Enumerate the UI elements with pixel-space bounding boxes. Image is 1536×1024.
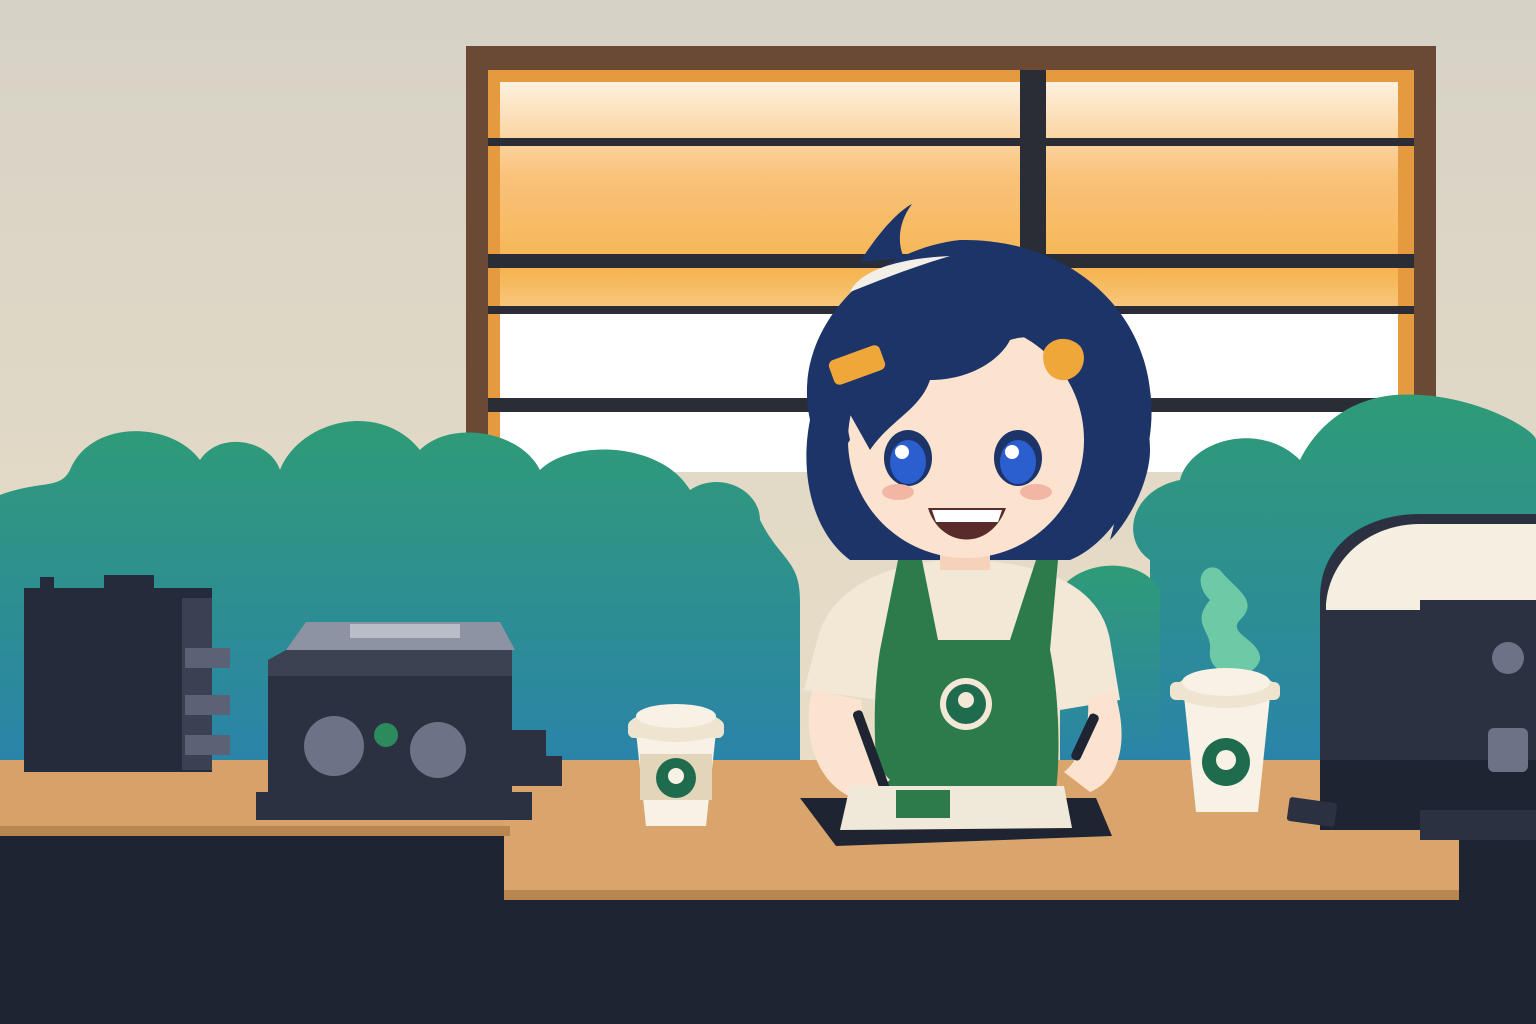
machine-indicator-light — [374, 723, 398, 747]
grinder-machine — [24, 575, 230, 772]
siren-logo-icon — [940, 678, 992, 730]
machine-knob — [1492, 642, 1524, 674]
barista-girl — [804, 204, 1152, 802]
machine-knob — [410, 722, 466, 778]
barista-illustration — [0, 0, 1536, 1024]
coffee-machine-right — [1320, 514, 1536, 840]
machine-knob — [304, 716, 364, 776]
window-bar — [488, 138, 1414, 146]
